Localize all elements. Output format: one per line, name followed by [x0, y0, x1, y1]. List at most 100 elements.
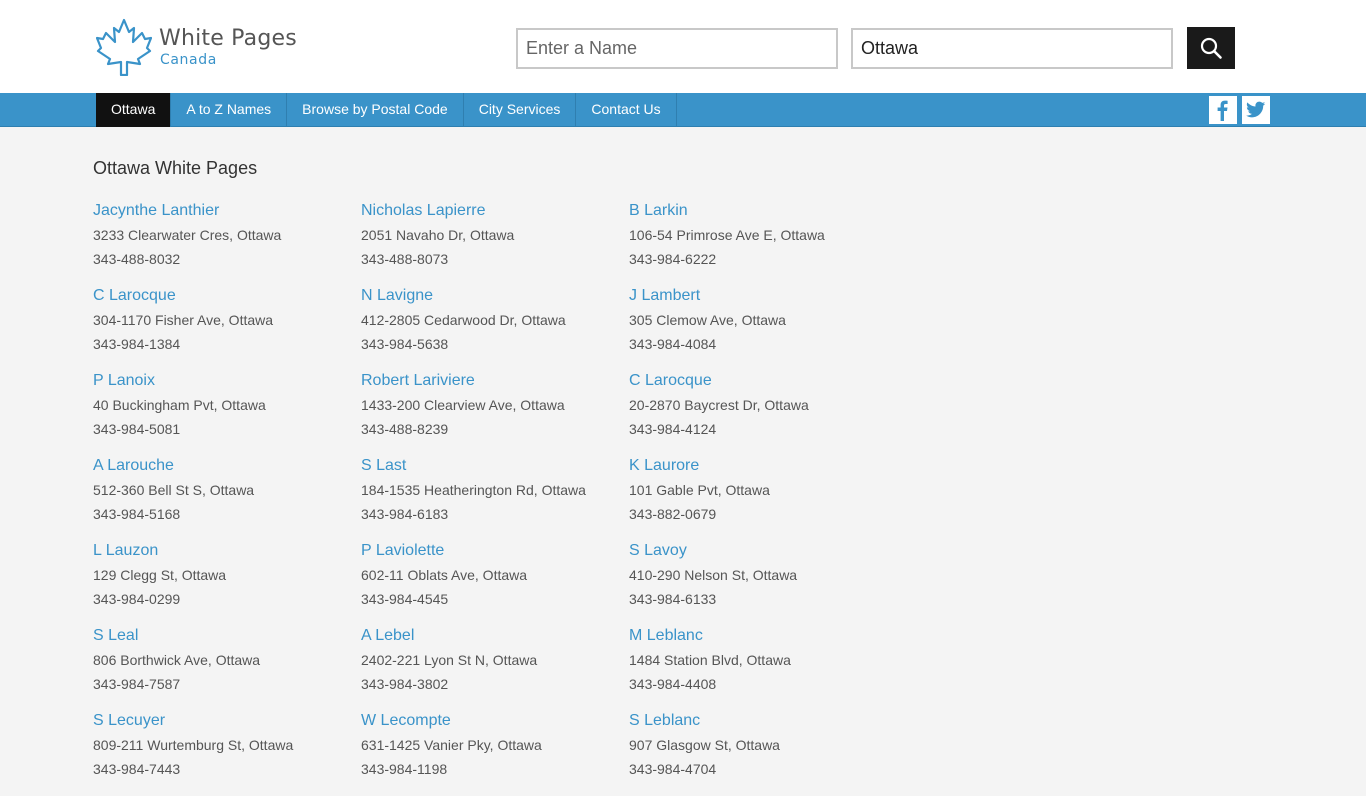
- list-item: P Laviolette 602-11 Oblats Ave, Ottawa 3…: [361, 541, 629, 626]
- entry-name-link[interactable]: S Lavoy: [629, 541, 897, 561]
- entry-phone: 343-488-8032: [93, 251, 181, 267]
- list-item: S Lavoy 410-290 Nelson St, Ottawa 343-98…: [629, 541, 897, 626]
- list-item: K Laurore 101 Gable Pvt, Ottawa 343-882-…: [629, 456, 897, 541]
- entry-phone: 343-984-7443: [93, 761, 181, 777]
- entry-name-link[interactable]: A Lebel: [361, 626, 629, 646]
- entry-address: 106-54 Primrose Ave E, Ottawa: [629, 227, 825, 243]
- entry-phone: 343-882-0679: [629, 506, 717, 522]
- entry-name-link[interactable]: P Laviolette: [361, 541, 629, 561]
- entry-name-link[interactable]: Robert Lariviere: [361, 371, 629, 391]
- nav-item-browse-by-postal-code[interactable]: Browse by Postal Code: [287, 93, 464, 127]
- twitter-icon: [1246, 101, 1266, 118]
- entry-name-link[interactable]: S Last: [361, 456, 629, 476]
- entry-phone: 343-984-5638: [361, 336, 449, 352]
- entry-address: 2402-221 Lyon St N, Ottawa: [361, 652, 538, 668]
- list-item: Robert Lariviere 1433-200 Clearview Ave,…: [361, 371, 629, 456]
- entry-address: 809-211 Wurtemburg St, Ottawa: [93, 737, 294, 753]
- list-item: A Larouche 512-360 Bell St S, Ottawa 343…: [93, 456, 361, 541]
- list-item: Nicholas Lapierre 2051 Navaho Dr, Ottawa…: [361, 201, 629, 286]
- list-item: W Lecompte 631-1425 Vanier Pky, Ottawa 3…: [361, 711, 629, 796]
- maple-leaf-icon: [96, 18, 152, 76]
- list-item: C Larocque 20-2870 Baycrest Dr, Ottawa 3…: [629, 371, 897, 456]
- list-item: C Larocque 304-1170 Fisher Ave, Ottawa 3…: [93, 286, 361, 371]
- facebook-button[interactable]: [1209, 96, 1237, 124]
- page-title: Ottawa White Pages: [93, 158, 258, 178]
- nav-items: Ottawa A to Z Names Browse by Postal Cod…: [96, 93, 677, 127]
- search-button[interactable]: [1187, 27, 1235, 69]
- entry-name-link[interactable]: J Lambert: [629, 286, 897, 306]
- site-logo[interactable]: White Pages Canada: [96, 18, 297, 76]
- entry-address: 631-1425 Vanier Pky, Ottawa: [361, 737, 542, 753]
- list-item: S Leblanc 907 Glasgow St, Ottawa 343-984…: [629, 711, 897, 796]
- entry-phone: 343-984-4704: [629, 761, 717, 777]
- main-content: Ottawa White Pages Jacynthe Lanthier 323…: [93, 157, 1273, 777]
- entry-phone: 343-984-6133: [629, 591, 717, 607]
- logo-text: White Pages Canada: [159, 26, 297, 68]
- entry-phone: 343-488-8239: [361, 421, 449, 437]
- entry-address: 305 Clemow Ave, Ottawa: [629, 312, 786, 328]
- entry-name-link[interactable]: L Lauzon: [93, 541, 361, 561]
- entry-phone: 343-984-4124: [629, 421, 717, 437]
- entry-name-link[interactable]: Jacynthe Lanthier: [93, 201, 361, 221]
- entry-phone: 343-984-0299: [93, 591, 181, 607]
- entry-name-link[interactable]: K Laurore: [629, 456, 897, 476]
- entry-name-link[interactable]: C Larocque: [93, 286, 361, 306]
- entry-address: 101 Gable Pvt, Ottawa: [629, 482, 770, 498]
- entry-address: 1484 Station Blvd, Ottawa: [629, 652, 791, 668]
- entry-phone: 343-488-8073: [361, 251, 449, 267]
- listing-grid: Jacynthe Lanthier 3233 Clearwater Cres, …: [93, 201, 897, 796]
- entry-phone: 343-984-5081: [93, 421, 181, 437]
- list-item: S Last 184-1535 Heatherington Rd, Ottawa…: [361, 456, 629, 541]
- entry-address: 806 Borthwick Ave, Ottawa: [93, 652, 261, 668]
- twitter-button[interactable]: [1242, 96, 1270, 124]
- entry-name-link[interactable]: S Lecuyer: [93, 711, 361, 731]
- entry-name-link[interactable]: S Leblanc: [629, 711, 897, 731]
- entry-phone: 343-984-6222: [629, 251, 717, 267]
- name-search-input[interactable]: [516, 28, 838, 69]
- entry-address: 1433-200 Clearview Ave, Ottawa: [361, 397, 565, 413]
- entry-name-link[interactable]: S Leal: [93, 626, 361, 646]
- entry-address: 512-360 Bell St S, Ottawa: [93, 482, 255, 498]
- city-search-input[interactable]: [851, 28, 1173, 69]
- list-item: A Lebel 2402-221 Lyon St N, Ottawa 343-9…: [361, 626, 629, 711]
- entry-phone: 343-984-5168: [93, 506, 181, 522]
- entry-name-link[interactable]: Nicholas Lapierre: [361, 201, 629, 221]
- list-item: P Lanoix 40 Buckingham Pvt, Ottawa 343-9…: [93, 371, 361, 456]
- entry-name-link[interactable]: N Lavigne: [361, 286, 629, 306]
- entry-address: 602-11 Oblats Ave, Ottawa: [361, 567, 528, 583]
- nav-item-a-to-z-names[interactable]: A to Z Names: [171, 93, 288, 127]
- logo-subtitle: Canada: [160, 52, 217, 68]
- entry-phone: 343-984-3802: [361, 676, 449, 692]
- entry-name-link[interactable]: A Larouche: [93, 456, 361, 476]
- entry-address: 410-290 Nelson St, Ottawa: [629, 567, 798, 583]
- entry-phone: 343-984-7587: [93, 676, 181, 692]
- list-item: M Leblanc 1484 Station Blvd, Ottawa 343-…: [629, 626, 897, 711]
- entry-phone: 343-984-4545: [361, 591, 449, 607]
- entry-address: 40 Buckingham Pvt, Ottawa: [93, 397, 266, 413]
- entry-name-link[interactable]: W Lecompte: [361, 711, 629, 731]
- facebook-icon: [1217, 100, 1228, 121]
- nav-item-city-services[interactable]: City Services: [464, 93, 577, 127]
- entry-name-link[interactable]: C Larocque: [629, 371, 897, 391]
- list-item: B Larkin 106-54 Primrose Ave E, Ottawa 3…: [629, 201, 897, 286]
- nav-item-contact-us[interactable]: Contact Us: [576, 93, 677, 127]
- entry-name-link[interactable]: M Leblanc: [629, 626, 897, 646]
- list-item: J Lambert 305 Clemow Ave, Ottawa 343-984…: [629, 286, 897, 371]
- entry-name-link[interactable]: B Larkin: [629, 201, 897, 221]
- entry-phone: 343-984-1384: [93, 336, 181, 352]
- entry-name-link[interactable]: P Lanoix: [93, 371, 361, 391]
- nav-item-ottawa[interactable]: Ottawa: [96, 93, 172, 127]
- entry-phone: 343-984-4084: [629, 336, 717, 352]
- list-item: S Lecuyer 809-211 Wurtemburg St, Ottawa …: [93, 711, 361, 796]
- list-item: L Lauzon 129 Clegg St, Ottawa 343-984-02…: [93, 541, 361, 626]
- entry-address: 907 Glasgow St, Ottawa: [629, 737, 780, 753]
- entry-phone: 343-984-1198: [361, 761, 448, 777]
- main-nav: Ottawa A to Z Names Browse by Postal Cod…: [0, 93, 1366, 127]
- entry-address: 129 Clegg St, Ottawa: [93, 567, 227, 583]
- entry-phone: 343-984-4408: [629, 676, 717, 692]
- entry-address: 412-2805 Cedarwood Dr, Ottawa: [361, 312, 566, 328]
- magnifier-icon: [1200, 37, 1222, 59]
- list-item: N Lavigne 412-2805 Cedarwood Dr, Ottawa …: [361, 286, 629, 371]
- entry-phone: 343-984-6183: [361, 506, 449, 522]
- list-item: Jacynthe Lanthier 3233 Clearwater Cres, …: [93, 201, 361, 286]
